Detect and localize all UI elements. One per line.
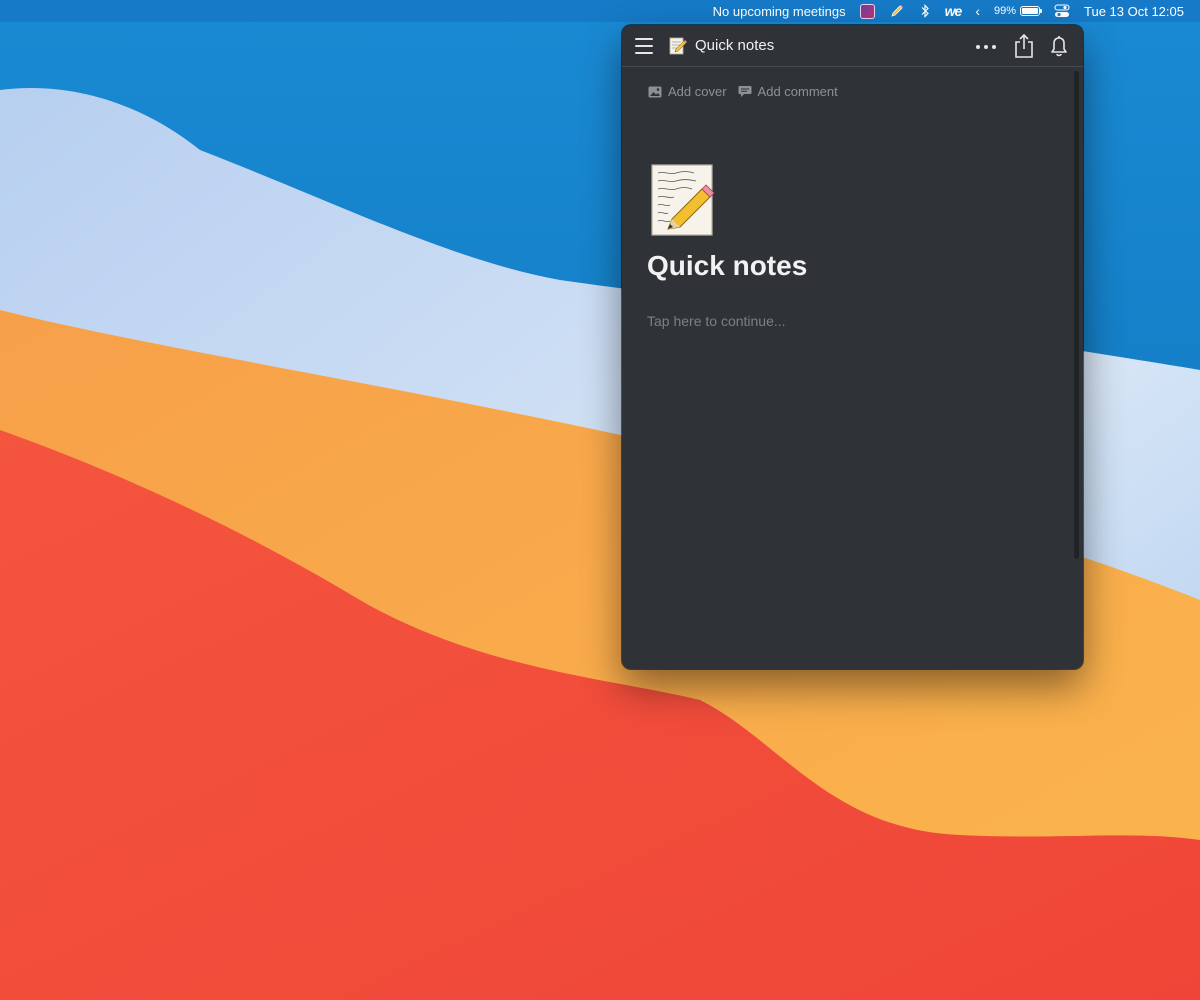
add-cover-label: Add cover	[668, 84, 727, 99]
chevron-left-icon[interactable]: ‹	[975, 0, 980, 22]
share-icon[interactable]	[1012, 33, 1036, 59]
menu-icon[interactable]	[635, 38, 653, 54]
desktop: No upcoming meetings we ‹ 99% Tue 13 Oct…	[0, 0, 1200, 1000]
meetings-status[interactable]: No upcoming meetings	[713, 0, 846, 22]
memo-icon[interactable]	[650, 163, 716, 237]
we-icon[interactable]: we	[945, 0, 963, 22]
clock[interactable]: Tue 13 Oct 12:05	[1084, 0, 1184, 22]
battery-percent: 99%	[993, 5, 1017, 17]
battery-status[interactable]: 99%	[993, 0, 1043, 22]
app-icon[interactable]	[859, 0, 875, 22]
control-center-icon[interactable]	[1054, 0, 1070, 22]
bell-icon[interactable]	[1047, 33, 1071, 59]
content-placeholder[interactable]: Tap here to continue...	[647, 313, 786, 329]
bluetooth-icon[interactable]	[919, 0, 931, 22]
battery-fill	[1022, 8, 1038, 14]
add-comment-label: Add comment	[757, 84, 838, 99]
page-heading[interactable]: Quick notes	[647, 250, 807, 282]
comment-icon	[738, 86, 752, 97]
menu-bar: No upcoming meetings we ‹ 99% Tue 13 Oct…	[0, 0, 1200, 22]
pencil-icon[interactable]	[889, 0, 905, 22]
more-options-icon[interactable]	[974, 35, 998, 57]
page-actions: Add cover Add comment	[648, 84, 849, 99]
memo-icon	[669, 37, 687, 55]
quick-notes-popover: Quick notes Add cover Add comment Quick …	[622, 25, 1083, 669]
image-icon	[648, 86, 662, 97]
page-content: Add cover Add comment Quick notes Tap he…	[622, 67, 1083, 669]
add-cover-button[interactable]: Add cover	[648, 84, 727, 99]
add-comment-button[interactable]: Add comment	[738, 84, 838, 99]
popover-toolbar: Quick notes	[622, 25, 1083, 67]
page-title-breadcrumb[interactable]: Quick notes	[695, 37, 774, 54]
scrollbar[interactable]	[1074, 71, 1079, 559]
battery-icon	[1020, 6, 1043, 16]
